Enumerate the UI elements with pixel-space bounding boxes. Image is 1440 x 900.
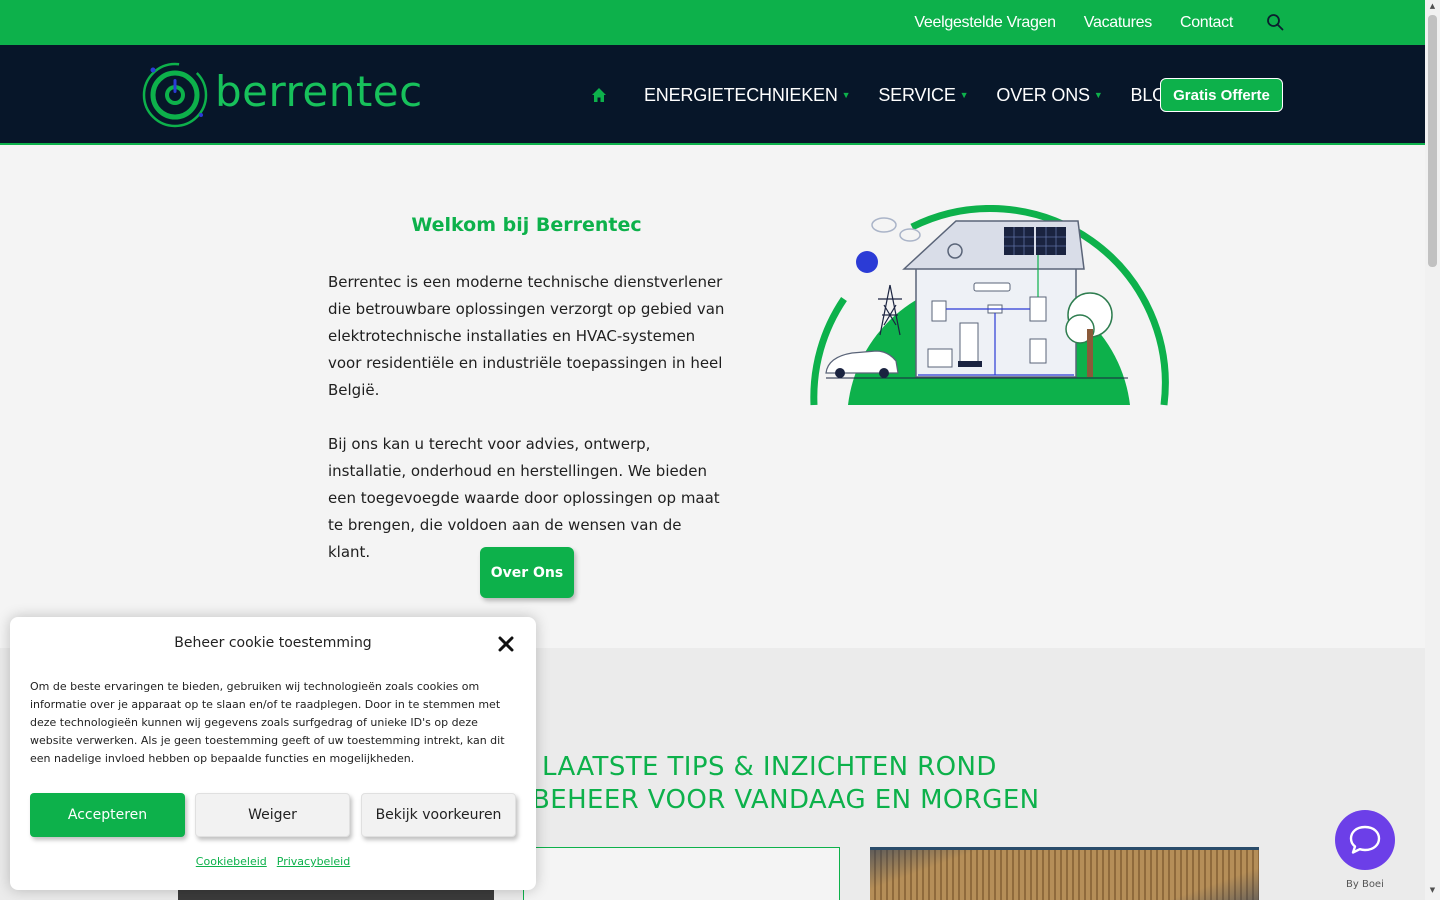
cookie-policy-link[interactable]: Cookiebeleid [196,855,267,868]
nav-label: OVER ONS [996,84,1090,105]
blog-card-image[interactable] [870,847,1259,900]
blog-title-line-2: BEHEER VOOR VANDAAG EN MORGEN [532,785,1040,815]
nav-over-ons[interactable]: OVER ONS ▼ [996,85,1102,106]
hero-paragraph-1: Berrentec is een moderne technische dien… [328,273,725,399]
search-icon[interactable] [1266,13,1284,31]
top-link-faq[interactable]: Veelgestelde Vragen [914,14,1056,32]
nav-energietechnieken[interactable]: ENERGIETECHNIEKEN ▼ [644,84,851,106]
accept-button[interactable]: Accepteren [30,793,185,837]
caret-down-icon: ▼ [1093,90,1103,100]
nav-service[interactable]: SERVICE ▼ [878,85,968,106]
scroll-up-arrow-icon[interactable]: ▲ [1428,2,1437,10]
top-link-vacatures[interactable]: Vacatures [1084,14,1152,32]
chat-bubble-icon [1349,825,1381,854]
cookie-title: Beheer cookie toestemming [174,635,372,651]
chat-button[interactable] [1335,810,1395,870]
view-preferences-button[interactable]: Bekijk voorkeuren [361,793,516,837]
chat-provider-label: By Boei [1346,879,1384,890]
privacy-policy-link[interactable]: Privacybeleid [277,855,350,868]
hero-paragraph-2: Bij ons kan u terecht voor advies, ontwe… [328,435,720,561]
hero-section: Welkom bij Berrentec Berrentec is een mo… [0,147,1425,648]
caret-down-icon: ▼ [841,90,851,100]
cookie-consent-dialog: Beheer cookie toestemming Om de beste er… [10,617,536,890]
top-bar: Veelgestelde Vragen Vacatures Contact [0,0,1425,45]
over-ons-button[interactable]: Over Ons [480,547,574,598]
hero-text: Berrentec is een moderne technische dien… [328,269,728,566]
top-links: Veelgestelde Vragen Vacatures Contact [914,0,1233,45]
cookie-text: Om de beste ervaringen te bieden, gebrui… [30,680,505,765]
logo-mark-icon [142,62,208,128]
blog-card[interactable] [523,847,840,900]
scroll-thumb[interactable] [1428,15,1437,267]
nav-label: ENERGIETECHNIEKEN [644,84,838,105]
gratis-offerte-button[interactable]: Gratis Offerte [1160,78,1283,112]
main-header: berrentec ENERGIETECHNIEKEN ▼ SERVICE ▼ … [0,45,1425,145]
scrollbar[interactable]: ▲ ▼ [1425,0,1440,900]
logo-text: berrentec [215,67,423,116]
top-link-contact[interactable]: Contact [1180,14,1233,32]
logo[interactable]: berrentec [141,61,422,129]
nav-label: SERVICE [878,84,956,105]
hero-title: Welkom bij Berrentec [411,214,642,236]
close-icon[interactable] [497,635,515,653]
deny-button[interactable]: Weiger [195,793,350,837]
caret-down-icon: ▼ [959,90,969,100]
blog-title-line-1: LAATSTE TIPS & INZICHTEN ROND [542,752,997,782]
home-icon[interactable] [590,86,608,104]
cookie-links: Cookiebeleid Privacybeleid [10,855,536,868]
blog-title: LAATSTE TIPS & INZICHTEN ROND BEHEER VOO… [520,751,1120,817]
scroll-down-arrow-icon[interactable]: ▼ [1428,886,1437,894]
house-energy-illustration [810,205,1169,406]
